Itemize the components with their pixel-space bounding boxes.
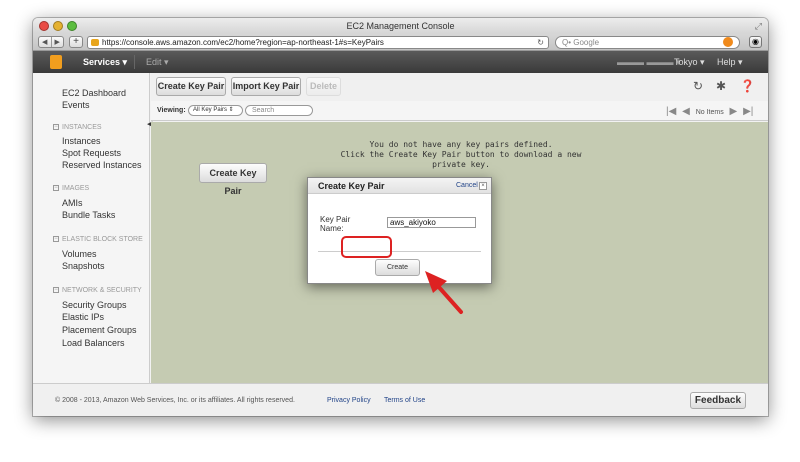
arrow-annotation-icon	[425, 271, 463, 314]
annotation-overlay	[425, 271, 463, 314]
